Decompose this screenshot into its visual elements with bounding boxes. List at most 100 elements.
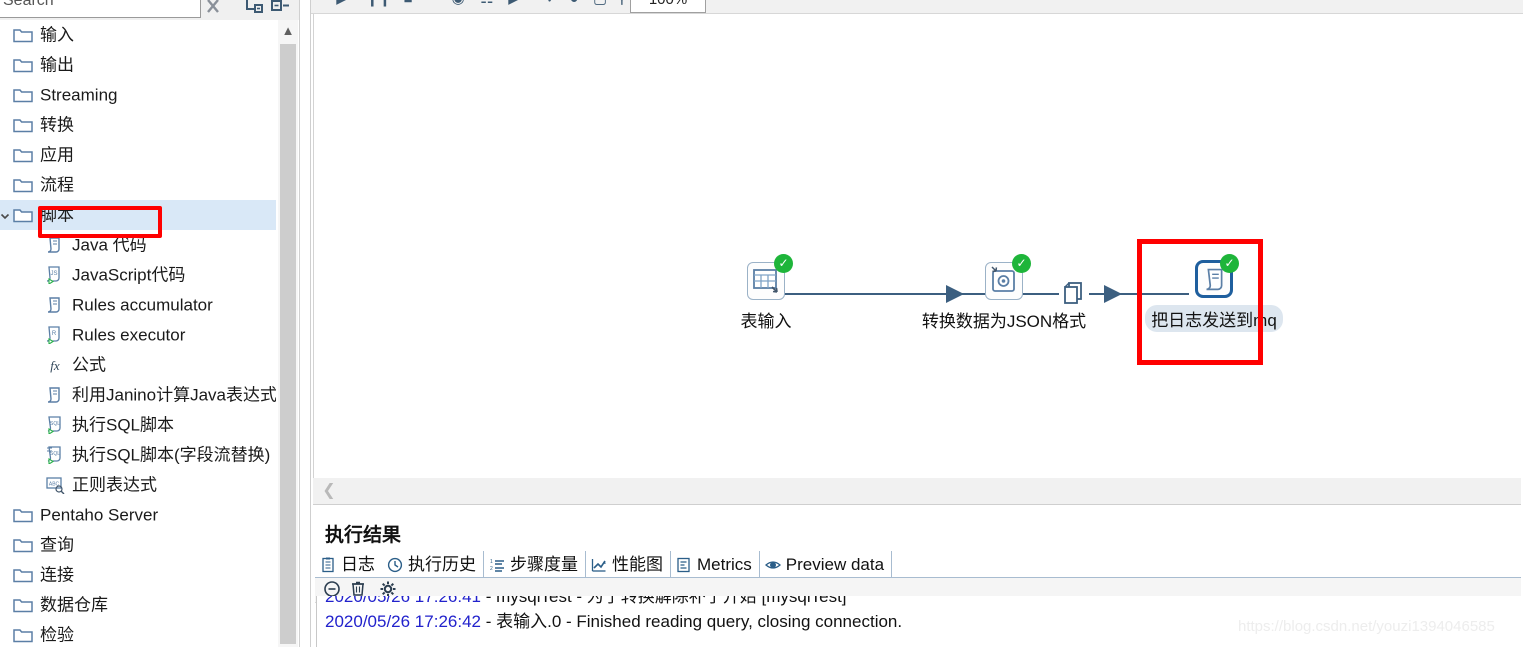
tree-item-label: 查询: [40, 535, 74, 555]
zoom-level-combo[interactable]: 100%: [630, 0, 706, 13]
tree-item-label: Rules executor: [72, 325, 186, 345]
tree-item-step[interactable]: Rules accumulator: [0, 290, 276, 320]
scrollbar-thumb[interactable]: [280, 44, 296, 644]
tree-item-step[interactable]: R Rules executor: [0, 320, 276, 350]
tree-item-folder[interactable]: 输出: [0, 50, 276, 80]
tab-results-1[interactable]: 执行历史: [382, 551, 484, 578]
tree-item-folder[interactable]: 脚本: [0, 200, 276, 230]
folder-icon: [12, 114, 34, 133]
javascript-code-icon: JS: [44, 264, 66, 285]
tree-item-folder[interactable]: 连接: [0, 560, 276, 590]
folder-icon: [12, 84, 34, 103]
transformation-canvas[interactable]: ✓ 表输入 ✓ 转换数据为JSON格式 ✓ 把日志发送到mq: [313, 14, 1522, 478]
status-ok-icon: ✓: [1012, 254, 1031, 273]
svg-text:2: 2: [490, 566, 493, 572]
json-output-icon[interactable]: ✓: [985, 254, 1031, 300]
tab-results-3[interactable]: 性能图: [586, 551, 671, 578]
run-icon[interactable]: ▶: [331, 0, 353, 10]
pause-icon[interactable]: ❙❙: [366, 0, 391, 10]
log-output[interactable]: 2020/05/26 17:26:41 - mysqlTest - 为了转换解除…: [316, 596, 1521, 647]
tree-item-folder[interactable]: 数据仓库: [0, 590, 276, 620]
svg-text:SQL: SQL: [50, 451, 60, 457]
folder-icon: [12, 24, 34, 43]
tree-item-folder[interactable]: 输入: [0, 20, 276, 50]
palette-vertical-scrollbar[interactable]: ▲: [278, 20, 298, 647]
transformation-toolbar[interactable]: ▶ ❙❙ ■ ◉ ☷ ▶ ✓ ● ▢ ⚲ ▣ 100%: [311, 0, 1523, 14]
tree-item-folder[interactable]: Streaming: [0, 80, 276, 110]
execution-results-panel: 执行结果 日志 执行历史 1 2 步骤度量 性能图 Metrics Preview data: [313, 506, 1521, 647]
tree-item-step[interactable]: SQL 执行SQL脚本: [0, 410, 276, 440]
log-message: - 表输入.0 - Finished reading query, closin…: [485, 612, 903, 631]
tree-item-label: 公式: [72, 355, 106, 375]
tab-label: 步骤度量: [510, 555, 578, 574]
analyze-icon[interactable]: ●: [563, 0, 585, 10]
step-label: 表输入: [740, 312, 792, 331]
folder-icon: [12, 534, 34, 553]
folder-icon: [12, 564, 34, 583]
log-line: 2020/05/26 17:26:41 - mysqlTest - 为了转换解除…: [317, 596, 1521, 609]
tree-item-label: 脚本: [40, 205, 74, 225]
results-tabs[interactable]: 日志 执行历史 1 2 步骤度量 性能图 Metrics Preview data: [315, 551, 893, 578]
palette-tree[interactable]: 输入输出 Streaming 转换 应用 流程脚本 Java 代码 JS JavaScript…: [0, 20, 276, 647]
step-table-input[interactable]: ✓ 表输入: [718, 254, 814, 332]
search-input[interactable]: [0, 0, 201, 18]
panel-edge-divider: [299, 0, 310, 647]
tree-item-step[interactable]: SQL 执行SQL脚本(字段流替换): [0, 440, 276, 470]
log-timestamp: 2020/05/26 17:26:42: [325, 612, 481, 631]
folder-icon: [12, 54, 34, 73]
collapse-all-icon[interactable]: [243, 0, 265, 16]
tree-item-label: Java 代码: [72, 235, 147, 255]
tree-item-folder[interactable]: Pentaho Server: [0, 500, 276, 530]
regex-icon: ABC: [44, 474, 66, 495]
close-icon[interactable]: [202, 0, 224, 16]
tab-results-2[interactable]: 1 2 步骤度量: [484, 551, 586, 578]
step-label: 转换数据为JSON格式: [921, 312, 1087, 331]
tab-label: Preview data: [785, 555, 885, 574]
tree-item-folder[interactable]: 转换: [0, 110, 276, 140]
svg-text:JS: JS: [50, 271, 57, 277]
verify-icon[interactable]: ✓: [541, 0, 563, 10]
tree-item-label: 检验: [40, 625, 74, 645]
folder-icon: [12, 624, 34, 643]
step-label: 把日志发送到mq: [1145, 305, 1283, 332]
stop-icon[interactable]: ■: [397, 0, 419, 10]
step-json-output[interactable]: ✓ 转换数据为JSON格式: [909, 254, 1099, 332]
table-input-icon[interactable]: ✓: [747, 254, 793, 300]
log-line: 2020/05/26 17:26:42 - 表输入.0 - Finished r…: [317, 609, 1521, 634]
tree-item-label: 执行SQL脚本: [72, 415, 175, 435]
rules-executor-icon: R: [44, 324, 66, 345]
scroll-up-arrow-icon[interactable]: ▲: [278, 20, 298, 42]
tree-item-step[interactable]: ABC 正则表达式: [0, 470, 276, 500]
execute-sql-icon: SQL: [44, 414, 66, 435]
impact-icon[interactable]: ▢: [589, 0, 611, 10]
pdi-spoon-window: 输入输出 Streaming 转换应用流程脚本 Java 代码 JS JavaScript…: [0, 0, 1523, 647]
log-message: - mysqlTest - 为了转换解除补了开始 [mysqlTest]: [485, 596, 847, 606]
step-send-log-to-mq[interactable]: ✓ 把日志发送到mq: [1119, 254, 1309, 332]
folder-icon: [12, 174, 34, 193]
tree-item-folder[interactable]: 查询: [0, 530, 276, 560]
tree-item-label: 输入: [40, 25, 74, 45]
tree-item-step[interactable]: fx 公式: [0, 350, 276, 380]
tab-results-0[interactable]: 日志: [315, 551, 382, 578]
debug-icon[interactable]: ☷: [476, 0, 498, 10]
tab-preview-data[interactable]: Preview data: [760, 551, 893, 578]
results-title: 执行结果: [325, 525, 402, 546]
tree-item-step[interactable]: 利用Janino计算Java表达式: [0, 380, 276, 410]
replay-icon[interactable]: ▶: [503, 0, 525, 10]
status-ok-icon: ✓: [774, 254, 793, 273]
tree-item-folder[interactable]: 流程: [0, 170, 276, 200]
minimize-icon[interactable]: [269, 0, 291, 16]
preview-icon[interactable]: ◉: [447, 0, 469, 10]
canvas-horizontal-scrollbar[interactable]: ❮: [313, 478, 1521, 505]
tree-item-folder[interactable]: 检验: [0, 620, 276, 647]
tab-metrics[interactable]: Metrics: [671, 551, 760, 578]
tree-item-folder[interactable]: 应用: [0, 140, 276, 170]
tree-item-step[interactable]: JS JavaScript代码: [0, 260, 276, 290]
folder-icon: [12, 144, 34, 163]
tree-item-step[interactable]: Java 代码: [0, 230, 276, 260]
scroll-left-arrow-icon[interactable]: ❮: [319, 478, 339, 504]
tree-expander-icon[interactable]: [0, 211, 10, 221]
script-step-icon[interactable]: ✓: [1195, 254, 1239, 298]
tree-item-label: 利用Janino计算Java表达式: [72, 385, 276, 405]
svg-text:SQL: SQL: [50, 421, 60, 427]
